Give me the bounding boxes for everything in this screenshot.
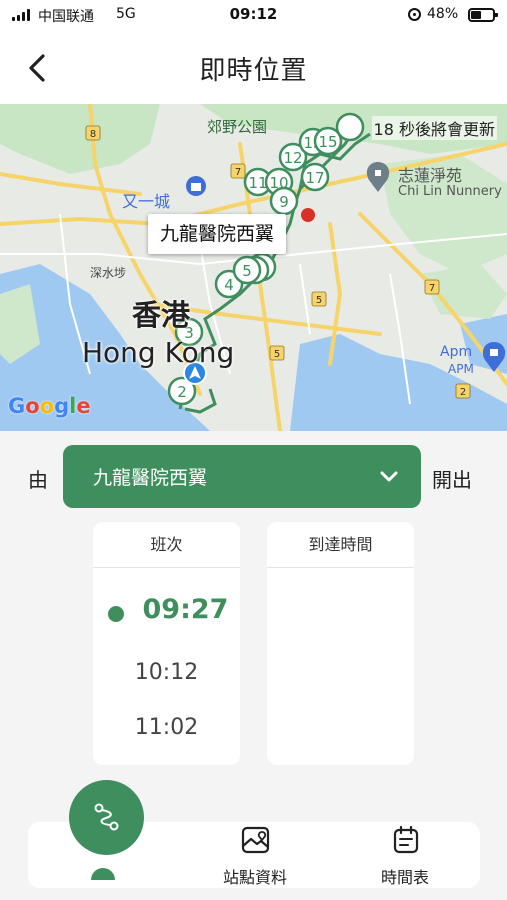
nav-timetable-label: 時間表 — [380, 868, 429, 887]
svg-text:8: 8 — [90, 129, 96, 140]
trip-column: 班次 09:27 10:12 11:02 — [93, 522, 240, 765]
map-label-apm: Apm — [440, 344, 473, 360]
nav-timetable[interactable]: 時間表 — [350, 822, 460, 888]
map-label-nunnery-cn: 志蓮淨苑 — [398, 166, 463, 185]
svg-text:5: 5 — [242, 262, 252, 280]
highway-shield: 2 — [455, 383, 471, 399]
svg-text:7: 7 — [429, 283, 435, 294]
svg-text:11: 11 — [248, 174, 267, 192]
nav-stop-info[interactable]: 站點資料 — [200, 822, 310, 888]
svg-text:2: 2 — [460, 387, 466, 398]
battery-percent: 48% — [427, 6, 459, 22]
map-label-district: 深水埗 — [90, 266, 127, 280]
arrival-column: 到達時間 — [267, 522, 414, 765]
highway-shield: 5 — [269, 345, 285, 361]
live-map[interactable]: 8 7 5 5 7 2 2 3 4 5 11 10 9 12 17 13 15 … — [0, 104, 507, 431]
route-tab-button[interactable] — [69, 780, 144, 855]
svg-text:5: 5 — [274, 349, 280, 360]
svg-text:2: 2 — [177, 383, 187, 401]
svg-text:12: 12 — [283, 149, 302, 167]
svg-text:17: 17 — [305, 169, 324, 187]
route-stop-marker[interactable]: 17 — [300, 162, 330, 192]
shopping-bag-icon — [185, 176, 207, 196]
battery-icon — [468, 8, 498, 22]
map-canvas: 8 7 5 5 7 2 2 3 4 5 11 10 9 12 17 13 15 — [0, 104, 507, 431]
map-label-city-cn: 香港 — [132, 298, 191, 332]
nav-stop-info-label: 站點資料 — [222, 868, 287, 887]
route-stop-marker[interactable]: 5 — [232, 255, 262, 285]
stop-select-value: 九龍醫院西翼 — [93, 467, 208, 489]
direction-to-label: 開出 — [432, 468, 472, 492]
selected-stop-pin — [301, 208, 315, 222]
highway-shield: 7 — [424, 279, 440, 295]
highway-shield: 7 — [230, 163, 246, 179]
map-label-nunnery-en: Chi Lin Nunnery — [398, 184, 502, 199]
trip-time: 11:02 — [134, 715, 199, 740]
route-icon — [94, 803, 119, 831]
map-label-apm-en: APM — [448, 362, 474, 376]
timetable-icon — [393, 825, 419, 854]
map-label-country-park: 郊野公園 — [207, 118, 268, 136]
trip-column-header: 班次 — [93, 522, 240, 568]
route-stop-marker[interactable] — [335, 112, 365, 142]
arrival-column-header: 到達時間 — [267, 522, 414, 568]
app-root: 中国联通 5G 09:12 48% 即時位置 8 7 5 5 7 2 2 3 4… — [0, 0, 507, 900]
highway-shield: 5 — [311, 291, 327, 307]
svg-text:5: 5 — [316, 295, 322, 306]
route-stop-marker[interactable]: 9 — [269, 186, 299, 216]
trip-row-active[interactable]: 09:27 — [93, 594, 240, 625]
trip-time: 10:12 — [134, 660, 199, 685]
trip-time: 09:27 — [142, 594, 229, 625]
refresh-countdown: 18 秒後將會更新 — [371, 116, 497, 140]
highway-shield: 8 — [85, 125, 101, 141]
stop-callout[interactable]: 九龍醫院西翼 — [148, 214, 287, 254]
page-title: 即時位置 — [199, 56, 308, 86]
svg-text:15: 15 — [318, 133, 337, 151]
direction-from-label: 由 — [28, 468, 48, 492]
status-bar: 中国联通 5G 09:12 48% — [0, 0, 507, 30]
svg-text:9: 9 — [279, 193, 289, 211]
stop-select[interactable]: 九龍醫院西翼 — [63, 445, 421, 508]
trip-row[interactable]: 10:12 — [93, 660, 240, 685]
svg-text:4: 4 — [224, 276, 234, 294]
map-photo-icon — [241, 826, 270, 854]
map-label-city-en: Hong Kong — [82, 336, 235, 369]
active-trip-dot — [108, 606, 124, 622]
google-logo: Google — [8, 394, 91, 418]
trip-row[interactable]: 11:02 — [93, 715, 240, 740]
header: 即時位置 — [0, 30, 507, 104]
map-label-mall: 又一城 — [122, 192, 171, 211]
svg-text:7: 7 — [235, 167, 241, 178]
chevron-down-icon — [380, 471, 398, 482]
orientation-lock-icon — [408, 8, 421, 21]
